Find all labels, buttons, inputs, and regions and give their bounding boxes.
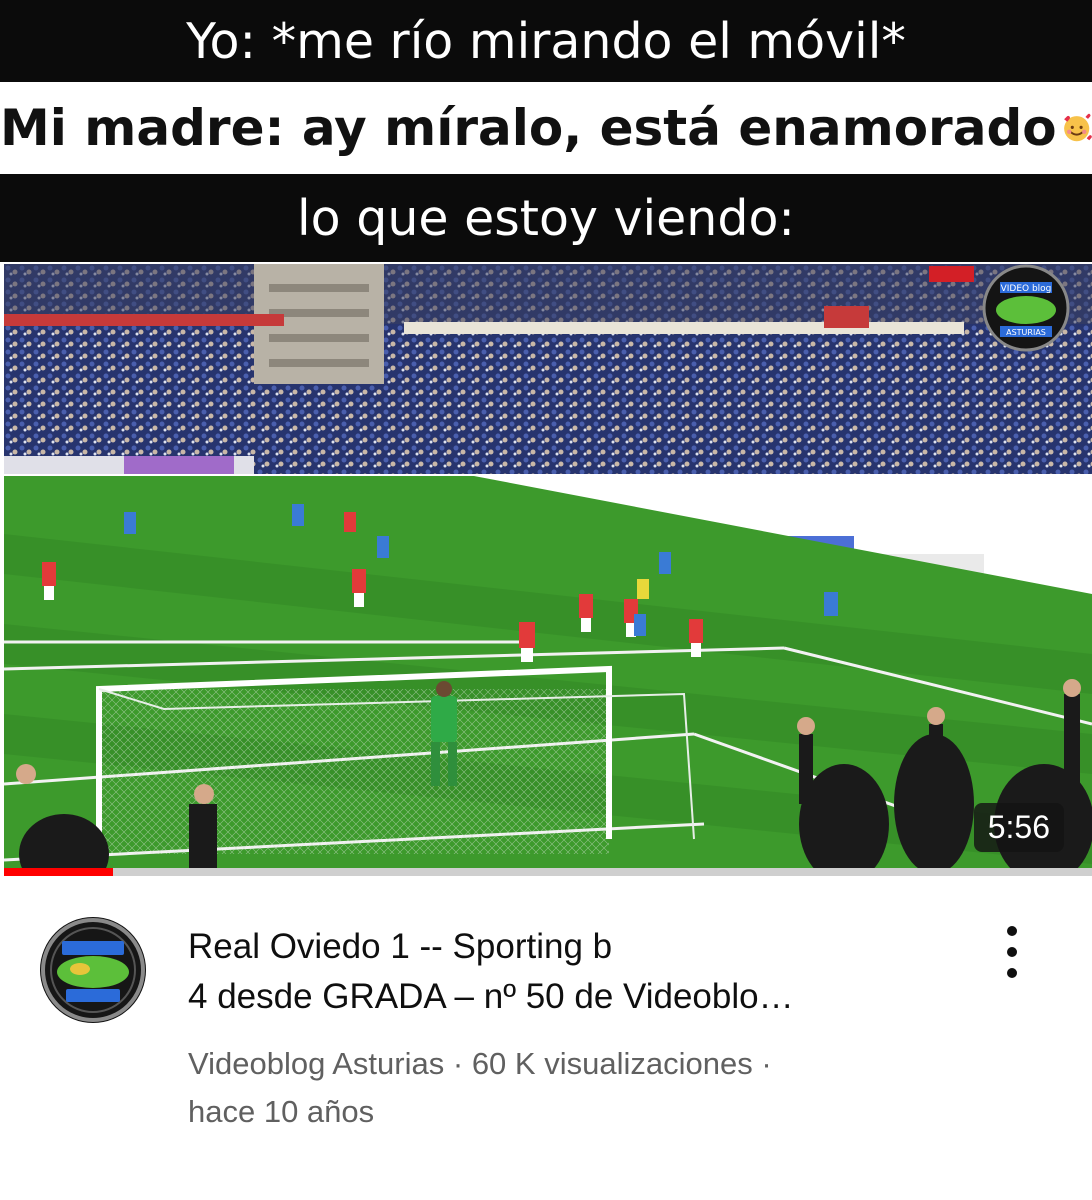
- caption-middle: Mi madre: ay míralo, está enamorado: [0, 82, 1092, 174]
- video-thumbnail[interactable]: VIDEO blog ASTURIAS 5:56: [4, 264, 1092, 874]
- svg-text:VIDEO blog: VIDEO blog: [1001, 284, 1052, 294]
- video-title[interactable]: Real Oviedo 1 -- Sporting b 4 desde GRAD…: [188, 922, 948, 1022]
- watch-progress-fill: [4, 868, 113, 876]
- caption-bottom-text: lo que estoy viendo:: [297, 189, 795, 247]
- vertical-ellipsis-icon: [1007, 926, 1017, 936]
- video-title-line-2: 4 desde GRADA – nº 50 de Videoblo…: [188, 977, 794, 1016]
- upload-age: hace 10 años: [188, 1094, 375, 1129]
- more-options-button[interactable]: [990, 920, 1034, 984]
- videoblog-asturias-logo-icon: [41, 918, 145, 1022]
- channel-name[interactable]: Videoblog Asturias: [188, 1046, 444, 1081]
- caption-top: Yo: *me río mirando el móvil*: [0, 0, 1092, 82]
- smiling-face-with-hearts-icon: [1063, 113, 1092, 142]
- channel-avatar[interactable]: [40, 917, 146, 1023]
- video-metadata: Videoblog Asturias · 60 K visualizacione…: [188, 1040, 948, 1136]
- football-match-scene: VIDEO blog ASTURIAS: [4, 264, 1092, 874]
- meta-separator: ·: [452, 1046, 464, 1081]
- meta-separator: ·: [761, 1046, 772, 1081]
- caption-middle-text: Mi madre: ay míralo, está enamorado: [0, 99, 1057, 157]
- view-count: 60 K visualizaciones: [471, 1046, 753, 1081]
- svg-text:ASTURIAS: ASTURIAS: [1006, 328, 1046, 337]
- video-duration-badge: 5:56: [973, 803, 1064, 852]
- videoblog-asturias-watermark: VIDEO blog ASTURIAS: [982, 264, 1070, 352]
- watch-progress-bar: [4, 868, 1092, 876]
- video-title-line-1: Real Oviedo 1 -- Sporting b: [188, 927, 613, 966]
- caption-bottom: lo que estoy viendo:: [0, 174, 1092, 262]
- caption-top-text: Yo: *me río mirando el móvil*: [186, 12, 906, 70]
